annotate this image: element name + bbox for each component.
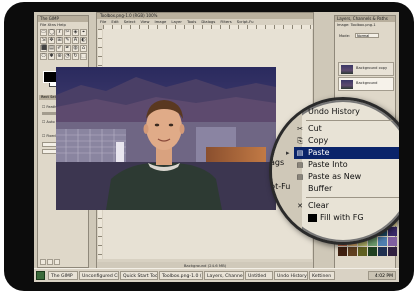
tool-button[interactable]: ◈ xyxy=(72,29,79,36)
tool-button[interactable]: ⬛ xyxy=(40,45,47,52)
restore-button[interactable] xyxy=(54,259,60,265)
menu-item-cut[interactable]: ✂ Cut xyxy=(294,123,399,135)
tool-button[interactable]: A xyxy=(72,37,79,44)
layer-name: Background copy xyxy=(356,66,388,70)
tool-button[interactable]: ◐ xyxy=(80,37,87,44)
layers-image-selector[interactable]: Image: Toolbox.png-1 xyxy=(335,22,395,28)
palette-swatch[interactable] xyxy=(378,247,387,256)
taskbar-button[interactable]: Undo History xyxy=(274,271,308,280)
edit-menu: ↶ Undo History ✂ Cut ⎘ Copy ▸ ▤ Paste ▤ … xyxy=(286,106,399,224)
photo-illustration xyxy=(56,67,276,210)
tool-button[interactable]: ⌖ xyxy=(80,29,87,36)
tool-button[interactable]: ⬚ xyxy=(80,53,87,60)
toolbox-bottom-buttons xyxy=(40,259,86,265)
tool-button[interactable]: ℓ xyxy=(56,29,63,36)
layer-row[interactable]: Background xyxy=(338,77,394,91)
foreground-color-swatch[interactable] xyxy=(43,71,57,83)
paste-icon: ▤ xyxy=(296,149,304,157)
tool-button[interactable]: ⊞ xyxy=(56,37,63,44)
layer-thumbnail xyxy=(341,65,353,74)
taskbar-button[interactable]: Untitled xyxy=(245,271,273,280)
tool-button[interactable]: ◍ xyxy=(72,45,79,52)
tool-button[interactable]: ⌂ xyxy=(80,45,87,52)
magnifier-lens: ags pt-Fu ↶ Undo History ✂ Cut ⎘ Copy ▸ … xyxy=(269,97,399,245)
desktop-screen: The GIMP File Xtns Help ▭ ◯ ℓ ✂ ◈ ⌖ ⇲ ✥ ⊞ ✎ A ◐ ⬛ ▤ ✐ ✒… xyxy=(34,12,399,282)
palette-swatch[interactable] xyxy=(358,247,367,256)
taskbar-button[interactable]: Layers, Channels... xyxy=(204,271,244,280)
chevron-right-icon: ▸ xyxy=(286,149,290,157)
menu-item-undo-history[interactable]: ↶ Undo History xyxy=(294,106,399,118)
tool-button[interactable]: ◯ xyxy=(48,29,55,36)
layer-thumbnail xyxy=(341,80,353,89)
taskbar: The GIMPUnconfigured ChannelsQuick Start… xyxy=(34,268,399,282)
undo-history-icon: ↶ xyxy=(297,108,303,116)
menu-separator xyxy=(306,197,399,198)
menu-item-paste[interactable]: ▸ ▤ Paste xyxy=(286,147,399,159)
palette-swatch[interactable] xyxy=(348,247,357,256)
taskbar-button[interactable]: The GIMP xyxy=(48,271,78,280)
tool-grid: ▭ ◯ ℓ ✂ ◈ ⌖ ⇲ ✥ ⊞ ✎ A ◐ ⬛ ▤ ✐ ✒ ◍ ⌂ ⎔ ✱ ⊕ ◔ ↻ ⬚ xyxy=(40,29,87,60)
start-button[interactable] xyxy=(36,271,45,280)
clear-icon: ✕ xyxy=(297,202,303,210)
tool-button[interactable]: ▭ xyxy=(40,29,47,36)
tool-button[interactable]: ⇲ xyxy=(40,37,47,44)
paste-into-icon: ▤ xyxy=(296,161,304,169)
tool-button[interactable]: ✒ xyxy=(64,45,71,52)
taskbar-button[interactable]: Toolbox.png-1.0 (RGB) xyxy=(159,271,203,280)
taskbar-button[interactable]: Kettinen xyxy=(309,271,335,280)
tool-button[interactable]: ▤ xyxy=(48,45,55,52)
tool-button[interactable]: ◔ xyxy=(64,53,71,60)
mode-select[interactable]: Normal xyxy=(355,33,379,38)
tool-button[interactable]: ✎ xyxy=(64,37,71,44)
taskbar-button[interactable]: Quick Start Tools xyxy=(120,271,158,280)
palette-swatch[interactable] xyxy=(388,237,397,246)
menu-item-buffer[interactable]: Buffer xyxy=(294,183,399,195)
copy-icon: ⎘ xyxy=(297,137,303,145)
save-options-button[interactable] xyxy=(47,259,53,265)
palette-swatch[interactable] xyxy=(338,247,347,256)
reset-button[interactable] xyxy=(40,259,46,265)
palette-swatch[interactable] xyxy=(378,237,387,246)
tool-button[interactable]: ↻ xyxy=(72,53,79,60)
tool-button[interactable]: ✱ xyxy=(48,53,55,60)
menu-item-paste-as-new[interactable]: ▤ Paste as New xyxy=(294,171,399,183)
parent-menu-fragment: pt-Fu xyxy=(270,182,291,191)
paste-as-new-icon: ▤ xyxy=(296,173,304,181)
menu-separator xyxy=(306,120,399,121)
parent-menu-fragment: ags xyxy=(270,158,285,167)
system-tray-clock: 4:02 PM xyxy=(368,271,396,280)
monitor-frame: The GIMP File Xtns Help ▭ ◯ ℓ ✂ ◈ ⌖ ⇲ ✥ ⊞ ✎ A ◐ ⬛ ▤ ✐ ✒… xyxy=(4,2,414,291)
tool-button[interactable]: ✂ xyxy=(64,29,71,36)
menu-item-clear[interactable]: ✕ Clear xyxy=(294,200,399,212)
menu-item-paste-into[interactable]: ▤ Paste Into xyxy=(294,159,399,171)
palette-swatch[interactable] xyxy=(388,247,397,256)
tool-button[interactable]: ✐ xyxy=(56,45,63,52)
layer-name: Background xyxy=(356,81,378,85)
toolbox-menu[interactable]: File Xtns Help xyxy=(38,22,88,27)
tool-button[interactable]: ✥ xyxy=(48,37,55,44)
taskbar-button[interactable]: Unconfigured Channels xyxy=(79,271,119,280)
mode-label: Mode: xyxy=(339,34,351,38)
layer-row[interactable]: Background copy xyxy=(338,62,394,76)
photo-image[interactable] xyxy=(56,67,276,210)
scissors-icon: ✂ xyxy=(297,125,303,133)
fill-icon xyxy=(308,213,317,222)
tool-button[interactable]: ⊕ xyxy=(56,53,63,60)
menu-item-copy[interactable]: ⎘ Copy xyxy=(294,135,399,147)
palette-swatch[interactable] xyxy=(368,247,377,256)
menu-item-fill-fg[interactable]: Fill with FG xyxy=(294,212,399,224)
tool-button[interactable]: ⎔ xyxy=(40,53,47,60)
